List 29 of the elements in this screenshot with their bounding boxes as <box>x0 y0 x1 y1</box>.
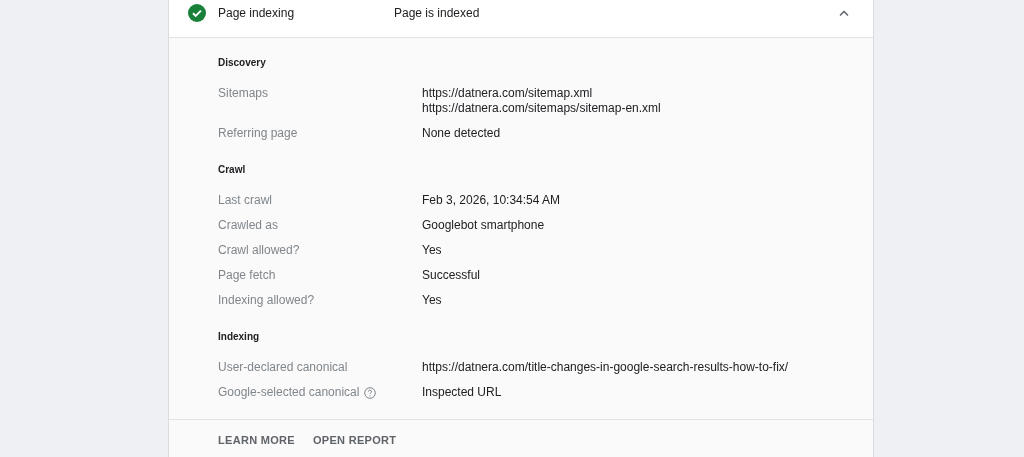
field-label: User-declared canonical <box>218 360 348 375</box>
footer-button[interactable]: LEARN MORE <box>210 426 303 454</box>
section-heading: Discovery <box>218 56 266 70</box>
help-icon[interactable] <box>364 386 377 399</box>
field-label: Page fetch <box>218 268 276 283</box>
panel-status: Page is indexed <box>394 5 480 22</box>
footer-button[interactable]: OPEN REPORT <box>304 426 405 454</box>
section-heading: Crawl <box>218 163 246 177</box>
chevron-up-icon <box>839 10 849 16</box>
field-value: None detected <box>422 126 501 141</box>
field-value: https://datnera.com/sitemap.xml <box>422 86 593 101</box>
field-value: Yes <box>422 243 442 258</box>
field-label: Crawl allowed? <box>218 243 300 258</box>
field-label: Crawled as <box>218 218 279 233</box>
field-value: https://datnera.com/title-changes-in-google-search-results-how-to-fix/ <box>422 360 789 375</box>
panel-header[interactable]: Page indexing Page is indexed <box>169 0 873 38</box>
field-value: Yes <box>422 293 442 308</box>
field-label: Indexing allowed? <box>218 293 315 308</box>
field-value: Googlebot smartphone <box>422 218 545 233</box>
field-value: Inspected URL <box>422 385 502 400</box>
panel-title: Page indexing <box>218 5 296 22</box>
field-value: Feb 3, 2026, 10:34:54 AM <box>422 193 561 208</box>
section-heading: Indexing <box>218 330 260 344</box>
field-label: Referring page <box>218 126 298 141</box>
field-value: Successful <box>422 268 481 283</box>
field-label: Sitemaps <box>218 86 269 101</box>
field-label: Last crawl <box>218 193 273 208</box>
field-value: https://datnera.com/sitemaps/sitemap-en.xml <box>422 101 661 116</box>
field-label: Google-selected canonical <box>218 385 360 400</box>
